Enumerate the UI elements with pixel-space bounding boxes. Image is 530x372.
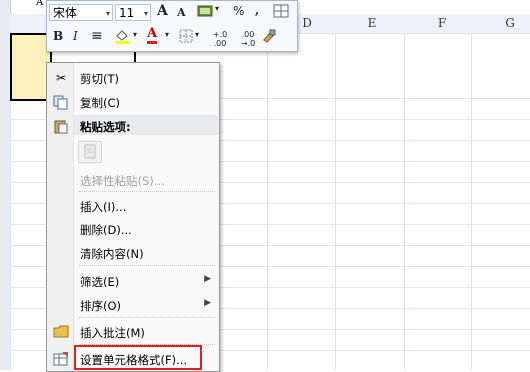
grow-font-button[interactable]: A [157, 3, 168, 19]
font-name-value: 宋体 [53, 6, 78, 20]
menu-item-insert[interactable]: 插入(I)... [47, 195, 219, 217]
menu-item-sort[interactable]: 排序(O) ▶ [47, 294, 219, 316]
bold-button[interactable]: B [53, 29, 63, 43]
menu-separator [79, 191, 215, 192]
chevron-down-icon[interactable]: ▾ [165, 30, 169, 39]
comment-icon [53, 324, 69, 340]
menu-item-label: 排序(O) [80, 299, 122, 313]
italic-button[interactable]: I [73, 29, 78, 43]
menu-item-cut[interactable]: ✂ 剪切(T) [47, 67, 219, 89]
font-name-box[interactable]: 宋体 ▾ [49, 4, 113, 21]
menu-item-label: 删除(D)... [80, 223, 132, 237]
format-cells-icon [53, 351, 69, 367]
chevron-down-icon[interactable]: ▾ [133, 30, 137, 39]
menu-item-label: 筛选(E) [80, 275, 120, 289]
mini-toolbar: 宋体 ▾ 11 ▾ A A ▾ % , B I ≡ ▾ A ▾ ▾ +.0 .0… [46, 0, 298, 52]
column-header-d[interactable]: D [297, 16, 317, 30]
column-header-g[interactable]: G [500, 16, 520, 30]
menu-item-label: 选择性粘贴(S)... [80, 174, 165, 188]
menu-item-label: 清除内容(N) [80, 247, 144, 261]
menu-item-label: 复制(C) [80, 96, 121, 110]
chevron-down-icon[interactable]: ▾ [106, 5, 110, 22]
chevron-right-icon: ▶ [204, 298, 211, 308]
menu-item-label: 粘贴选项: [80, 120, 131, 134]
gridline [471, 33, 472, 370]
menu-item-label: 剪切(T) [80, 72, 119, 86]
comma-style-button[interactable]: , [255, 3, 259, 17]
borders-icon[interactable] [179, 29, 193, 43]
decrease-decimal-button[interactable]: .00 →.0 [235, 30, 261, 48]
menu-item-clear-contents[interactable]: 清除内容(N) [47, 242, 219, 264]
copy-icon [53, 94, 69, 110]
chevron-right-icon: ▶ [204, 274, 211, 284]
column-header-a[interactable]: A [36, 0, 43, 8]
context-menu: ✂ 剪切(T) 复制(C) 粘贴选项: 选择性粘贴(S)... 插入(I)...… [46, 62, 220, 372]
menu-item-paste-options: 粘贴选项: [47, 115, 219, 137]
column-header-e[interactable]: E [362, 16, 382, 30]
chevron-down-icon[interactable]: ▾ [195, 30, 199, 39]
scissors-icon: ✂ [55, 71, 67, 85]
format-painter-icon[interactable] [261, 28, 277, 44]
shrink-font-button[interactable]: A [177, 6, 186, 19]
format-painter-box-icon[interactable] [273, 4, 289, 18]
gridline [404, 33, 405, 370]
align-center-icon[interactable]: ≡ [91, 28, 103, 44]
menu-item-label: 插入(I)... [80, 200, 127, 214]
menu-item-paste-special[interactable]: 选择性粘贴(S)... [47, 169, 219, 191]
chevron-down-icon[interactable]: ▾ [215, 4, 219, 13]
menu-item-delete[interactable]: 删除(D)... [47, 218, 219, 240]
fill-color-icon[interactable] [113, 27, 131, 45]
column-header-f[interactable]: F [432, 16, 452, 30]
gridline [267, 33, 268, 370]
paste-icon [53, 118, 69, 134]
accounting-format-icon[interactable] [197, 4, 213, 18]
paste-option-button[interactable] [78, 141, 102, 163]
percent-button[interactable]: % [233, 4, 244, 18]
menu-separator [79, 265, 215, 266]
font-color-button[interactable]: A [147, 27, 158, 44]
menu-item-copy[interactable]: 复制(C) [47, 91, 219, 113]
highlight-box [74, 345, 202, 370]
font-size-box[interactable]: 11 ▾ [115, 4, 151, 21]
menu-item-filter[interactable]: 筛选(E) ▶ [47, 270, 219, 292]
gridline [335, 33, 336, 370]
increase-decimal-button[interactable]: +.0 .00 [207, 30, 233, 48]
font-size-value: 11 [119, 6, 135, 20]
menu-item-label: 插入批注(M) [80, 326, 145, 340]
menu-separator [79, 317, 215, 318]
menu-item-insert-comment[interactable]: 插入批注(M) [47, 321, 219, 343]
chevron-down-icon[interactable]: ▾ [144, 5, 148, 22]
